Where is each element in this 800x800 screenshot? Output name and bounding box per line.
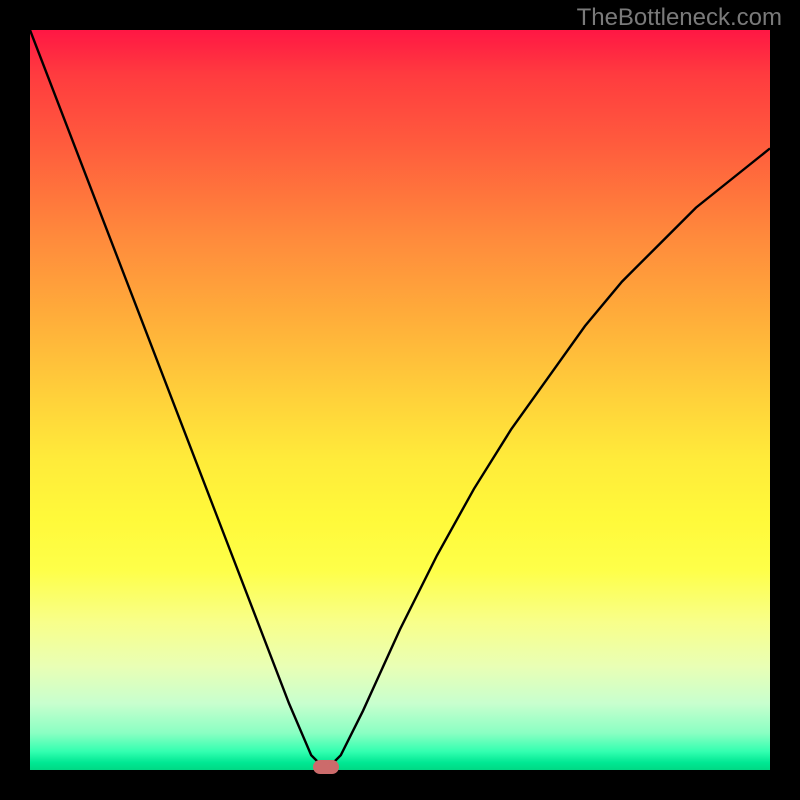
bottleneck-curve <box>30 30 770 770</box>
optimal-point-marker <box>313 760 339 774</box>
watermark-text: TheBottleneck.com <box>577 4 782 32</box>
